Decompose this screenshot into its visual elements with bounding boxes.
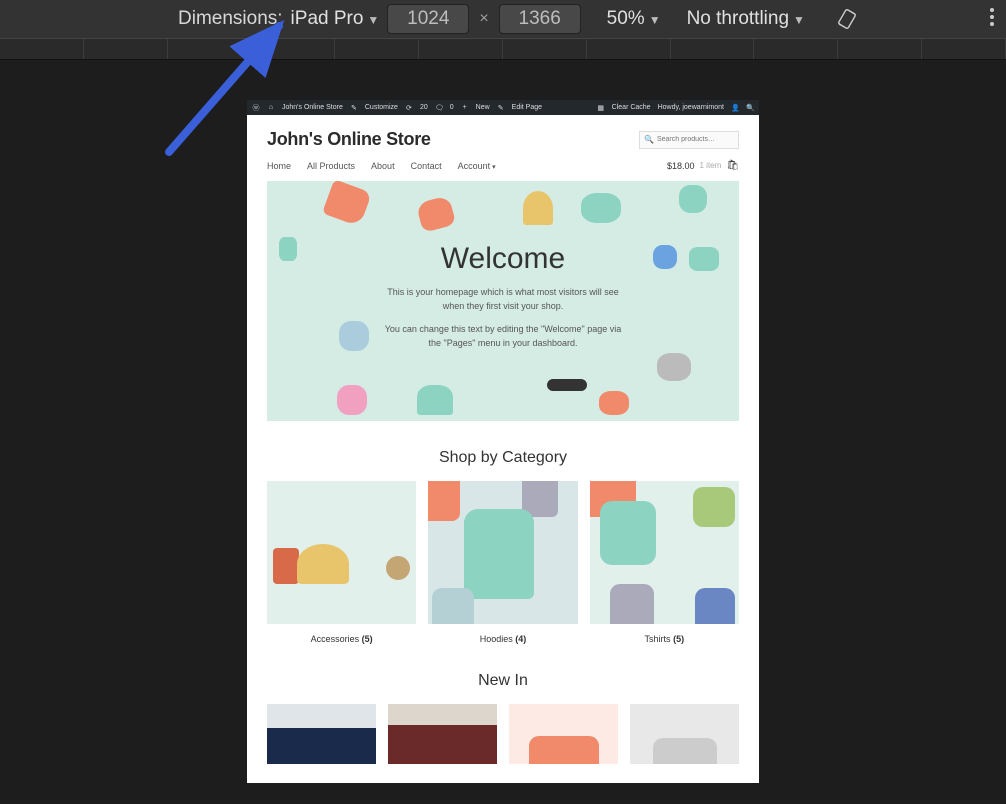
device-select[interactable]: iPad Pro▼ [291, 8, 380, 30]
chevron-down-icon: ▼ [793, 13, 805, 27]
nav-contact[interactable]: Contact [411, 161, 442, 171]
chevron-down-icon: ▼ [367, 13, 379, 27]
cache-icon[interactable]: ▦ [597, 104, 605, 112]
search-input[interactable] [657, 136, 734, 143]
customize-link[interactable]: Customize [365, 104, 398, 111]
nav-account[interactable]: Account▾ [458, 161, 496, 171]
updates-count[interactable]: 20 [420, 104, 428, 111]
more-options-icon[interactable] [990, 8, 994, 26]
cart-link[interactable]: $18.00 1 item 🛍 [667, 160, 739, 171]
category-label: Tshirts (5) [590, 634, 739, 644]
category-image [590, 481, 739, 624]
hero-paragraph-2: You can change this text by editing the … [383, 323, 623, 350]
site-name-link[interactable]: John's Online Store [282, 104, 343, 111]
site-header: John's Online Store 🔍 [247, 115, 759, 150]
edit-page-link[interactable]: Edit Page [512, 104, 542, 111]
dimensions-label: Dimensions: [178, 8, 283, 30]
category-card-accessories[interactable]: Accessories (5) [267, 481, 416, 644]
home-icon[interactable]: ⌂ [267, 104, 275, 111]
devtools-device-toolbar: Dimensions: iPad Pro▼ × 50%▼ No throttli… [0, 0, 1006, 38]
cart-items: 1 item [700, 161, 722, 170]
wordpress-icon[interactable]: ⓦ [252, 103, 260, 113]
category-card-tshirts[interactable]: Tshirts (5) [590, 481, 739, 644]
height-input[interactable] [499, 4, 581, 34]
product-search-box[interactable]: 🔍 [639, 131, 739, 149]
chevron-down-icon: ▾ [492, 164, 496, 171]
new-link[interactable]: New [476, 104, 490, 111]
chevron-down-icon: ▼ [649, 13, 661, 27]
cart-icon: 🛍 [726, 160, 739, 171]
clear-cache-link[interactable]: Clear Cache [612, 104, 651, 111]
category-card-hoodies[interactable]: Hoodies (4) [428, 481, 577, 644]
new-in-title: New In [247, 672, 759, 690]
updates-icon[interactable]: ⟳ [405, 104, 413, 112]
hero-title: Welcome [441, 242, 565, 276]
rotate-icon[interactable] [835, 7, 859, 31]
device-viewport: ⓦ ⌂ John's Online Store ✎ Customize ⟳ 20… [247, 100, 759, 783]
cart-price: $18.00 [667, 161, 695, 171]
category-image [428, 481, 577, 624]
product-card[interactable] [509, 704, 618, 764]
customize-icon[interactable]: ✎ [350, 104, 358, 112]
ruler [0, 38, 1006, 60]
hero-banner: Welcome This is your homepage which is w… [267, 181, 739, 421]
howdy-link[interactable]: Howdy, joewarnimont [658, 104, 724, 111]
site-title[interactable]: John's Online Store [267, 129, 431, 150]
avatar-icon[interactable]: 👤 [731, 104, 739, 112]
category-label: Hoodies (4) [428, 634, 577, 644]
product-card[interactable] [388, 704, 497, 764]
search-icon[interactable]: 🔍 [746, 104, 754, 112]
comments-icon[interactable]: 🗨 [435, 104, 443, 112]
plus-icon[interactable]: + [461, 104, 469, 111]
shop-by-category-title: Shop by Category [247, 449, 759, 467]
category-image [267, 481, 416, 624]
category-grid: Accessories (5) Hoodies (4) Tshirts (5) [247, 481, 759, 644]
hero-paragraph-1: This is your homepage which is what most… [383, 286, 623, 313]
nav-about[interactable]: About [371, 161, 395, 171]
throttling-select[interactable]: No throttling▼ [687, 8, 805, 30]
product-card[interactable] [267, 704, 376, 764]
width-input[interactable] [387, 4, 469, 34]
new-in-grid [247, 704, 759, 764]
times-icon: × [479, 10, 488, 28]
search-icon: 🔍 [644, 135, 654, 144]
wp-admin-bar[interactable]: ⓦ ⌂ John's Online Store ✎ Customize ⟳ 20… [247, 100, 759, 115]
nav-home[interactable]: Home [267, 161, 291, 171]
site-nav: Home All Products About Contact Account▾… [247, 150, 759, 181]
edit-icon[interactable]: ✎ [497, 104, 505, 112]
nav-all-products[interactable]: All Products [307, 161, 355, 171]
category-label: Accessories (5) [267, 634, 416, 644]
comments-count[interactable]: 0 [450, 104, 454, 111]
zoom-select[interactable]: 50%▼ [607, 8, 661, 30]
product-card[interactable] [630, 704, 739, 764]
